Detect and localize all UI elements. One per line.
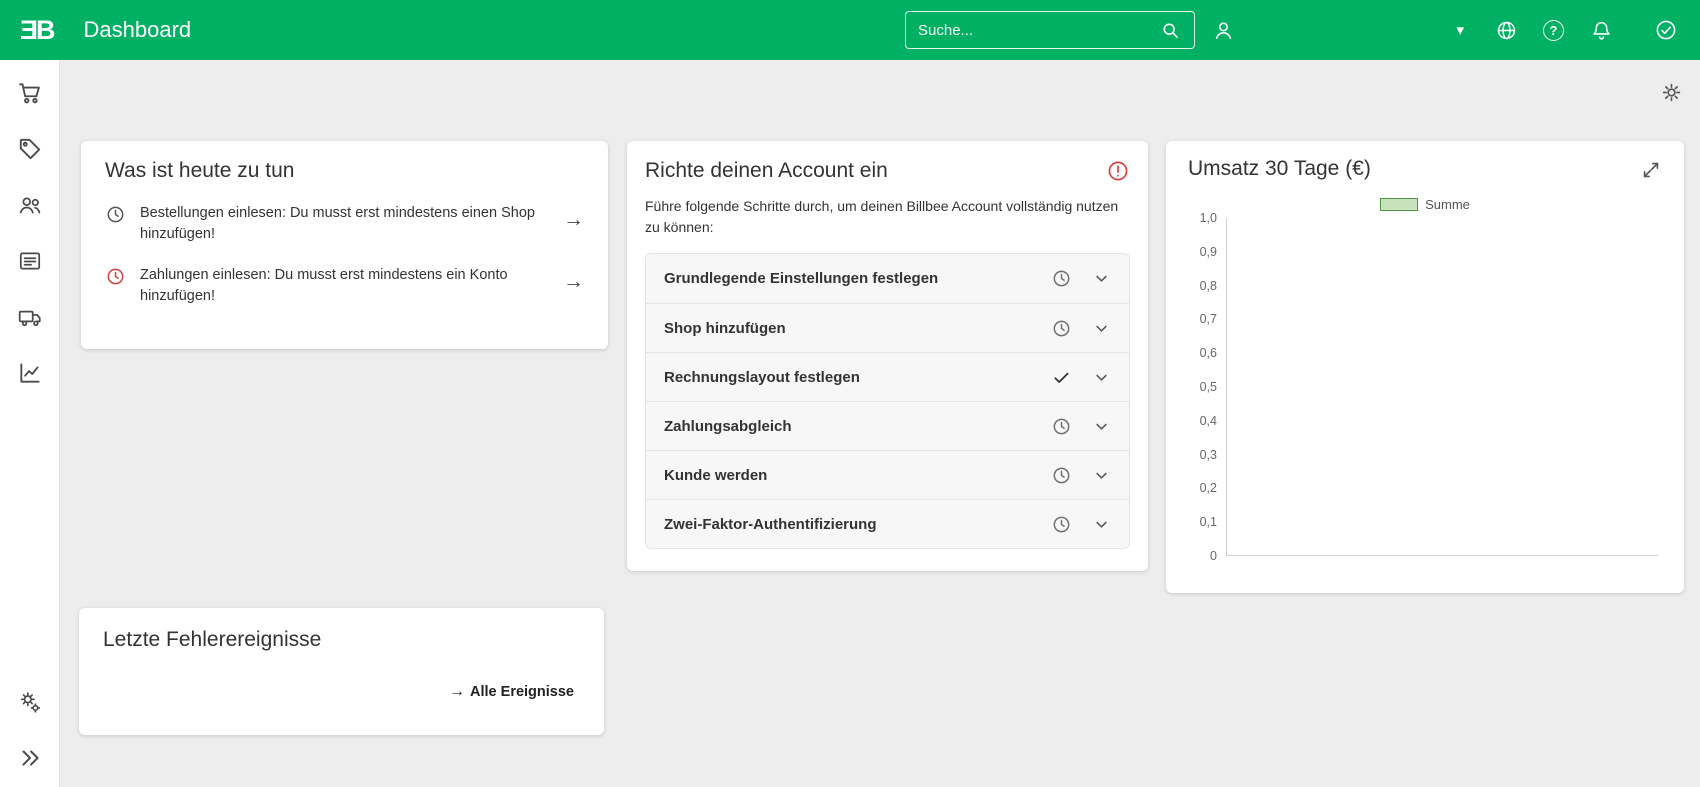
- todo-card: Was ist heute zu tun Bestellungen einles…: [81, 141, 608, 349]
- alert-exclamation-icon: [1106, 159, 1130, 183]
- clock-icon: [105, 204, 126, 225]
- setup-step-two-factor-auth[interactable]: Zwei-Faktor-Authentifizierung: [646, 499, 1129, 548]
- y-tick: 0,4: [1199, 413, 1217, 428]
- search-icon[interactable]: [1156, 16, 1184, 44]
- y-tick: 0: [1210, 549, 1217, 563]
- account-setup-card: Richte deinen Account ein Führe folgende…: [627, 141, 1148, 571]
- error-events-card: Letzte Fehlerereignisse → Alle Ereigniss…: [79, 608, 604, 735]
- check-icon: [1051, 367, 1072, 388]
- todo-item-orders: Bestellungen einlesen: Du musst erst min…: [105, 203, 584, 245]
- sidebar-item-products-tag[interactable]: [17, 136, 43, 162]
- y-tick: 0,1: [1199, 515, 1217, 530]
- chevron-down-icon[interactable]: [1092, 466, 1111, 485]
- arrow-right-icon: →: [449, 683, 466, 700]
- setup-step-basic-settings[interactable]: Grundlegende Einstellungen festlegen: [646, 254, 1129, 303]
- globe-icon[interactable]: [1492, 16, 1520, 44]
- help-icon[interactable]: ?: [1543, 19, 1564, 41]
- sidebar-item-orders[interactable]: [17, 80, 43, 106]
- sidebar-item-shipping-truck[interactable]: [17, 304, 43, 330]
- y-tick: 0,6: [1199, 346, 1217, 361]
- chart-title: Umsatz 30 Tage (€): [1188, 157, 1371, 180]
- chart-plot: 1,0 0,9 0,8 0,7 0,6 0,5 0,4 0,3 0,2 0,1 …: [1188, 211, 1662, 563]
- sidebar-settings-gears-icon[interactable]: [17, 689, 43, 715]
- chart-card-header: Umsatz 30 Tage (€): [1188, 157, 1662, 181]
- step-label: Grundlegende Einstellungen festlegen: [664, 270, 939, 287]
- chevron-down-icon[interactable]: [1092, 515, 1111, 534]
- legend-label: Summe: [1425, 197, 1470, 212]
- y-axis-tick-labels: 1,0 0,9 0,8 0,7 0,6 0,5 0,4 0,3 0,2 0,1 …: [1188, 211, 1226, 563]
- main-content: Was ist heute zu tun Bestellungen einles…: [60, 60, 1700, 787]
- step-label: Zwei-Faktor-Authentifizierung: [664, 515, 877, 533]
- y-tick: 0,2: [1199, 481, 1217, 496]
- all-events-link[interactable]: → Alle Ereignisse: [449, 683, 574, 701]
- sidebar-expand-double-chevron-icon[interactable]: [17, 745, 43, 771]
- dashboard-settings-gear-icon[interactable]: [1659, 80, 1684, 105]
- y-tick: 0,3: [1199, 447, 1217, 462]
- all-events-link-label: Alle Ereignisse: [470, 684, 574, 700]
- y-tick: 1,0: [1199, 211, 1217, 225]
- clock-icon: [1051, 416, 1072, 437]
- todo-item-text: Bestellungen einlesen: Du musst erst min…: [140, 205, 535, 243]
- setup-step-become-customer[interactable]: Kunde werden: [646, 450, 1129, 499]
- header-icon-cluster: ?: [1492, 16, 1680, 44]
- clock-alert-icon: [105, 266, 126, 287]
- notifications-bell-icon[interactable]: [1587, 16, 1615, 44]
- todo-item-payments: Zahlungen einlesen: Du musst erst mindes…: [105, 265, 584, 307]
- chevron-down-icon[interactable]: [1092, 319, 1111, 338]
- y-tick: 0,9: [1199, 244, 1217, 259]
- account-setup-header: Richte deinen Account ein: [645, 159, 1130, 183]
- revenue-chart-card: Umsatz 30 Tage (€) Summe 1,0 0,9 0,8 0,7: [1166, 141, 1684, 593]
- setup-step-invoice-layout[interactable]: Rechnungslayout festlegen: [646, 352, 1129, 401]
- sidebar-item-invoices[interactable]: [17, 248, 43, 274]
- user-menu[interactable]: ▾: [1209, 16, 1464, 44]
- step-label: Rechnungslayout festlegen: [664, 368, 860, 386]
- global-search: [905, 11, 1195, 49]
- clock-icon: [1051, 268, 1072, 289]
- arrow-right-icon[interactable]: →: [563, 209, 584, 230]
- top-navbar: ƎB Dashboard ▾: [0, 0, 1700, 60]
- status-check-circle-icon[interactable]: [1652, 16, 1680, 44]
- help-glyph: ?: [1549, 22, 1558, 38]
- setup-steps-accordion: Grundlegende Einstellungen festlegen Sho…: [645, 253, 1130, 549]
- clock-icon: [1051, 514, 1072, 535]
- step-label: Shop hinzufügen: [664, 319, 786, 337]
- app-window: ƎB Dashboard ▾: [0, 0, 1700, 787]
- chart-plot-area: [1226, 218, 1658, 556]
- error-events-title: Letzte Fehlerereignisse: [103, 628, 322, 651]
- expand-icon[interactable]: [1640, 159, 1662, 181]
- chart-legend: Summe: [1188, 197, 1662, 212]
- account-setup-intro: Führe folgende Schritte durch, um deinen…: [645, 198, 1119, 235]
- chevron-down-icon[interactable]: [1092, 417, 1111, 436]
- step-label: Kunde werden: [664, 466, 768, 484]
- sidebar-item-reports-chart[interactable]: [17, 360, 43, 386]
- setup-step-payment-reconciliation[interactable]: Zahlungsabgleich: [646, 401, 1129, 450]
- account-setup-title: Richte deinen Account ein: [645, 159, 888, 182]
- billbee-logo[interactable]: ƎB: [20, 15, 55, 46]
- sidebar-item-customers-users[interactable]: [17, 192, 43, 218]
- sidebar-nav: [0, 60, 60, 787]
- chevron-down-icon[interactable]: ▾: [1456, 23, 1464, 38]
- clock-icon: [1051, 318, 1072, 339]
- user-icon[interactable]: [1209, 16, 1237, 44]
- todo-card-title: Was ist heute zu tun: [105, 159, 295, 182]
- todo-item-text: Zahlungen einlesen: Du musst erst mindes…: [140, 267, 508, 305]
- step-label: Zahlungsabgleich: [664, 417, 792, 435]
- page-title: Dashboard: [83, 17, 192, 42]
- chevron-down-icon[interactable]: [1092, 269, 1111, 288]
- chevron-down-icon[interactable]: [1092, 368, 1111, 387]
- arrow-right-icon[interactable]: →: [563, 271, 584, 292]
- clock-icon: [1051, 465, 1072, 486]
- y-tick: 0,7: [1199, 312, 1217, 327]
- legend-swatch: [1380, 198, 1419, 211]
- y-tick: 0,5: [1199, 380, 1217, 394]
- setup-step-add-shop[interactable]: Shop hinzufügen: [646, 303, 1129, 352]
- y-tick: 0,8: [1199, 278, 1217, 293]
- search-input[interactable]: [916, 20, 1156, 40]
